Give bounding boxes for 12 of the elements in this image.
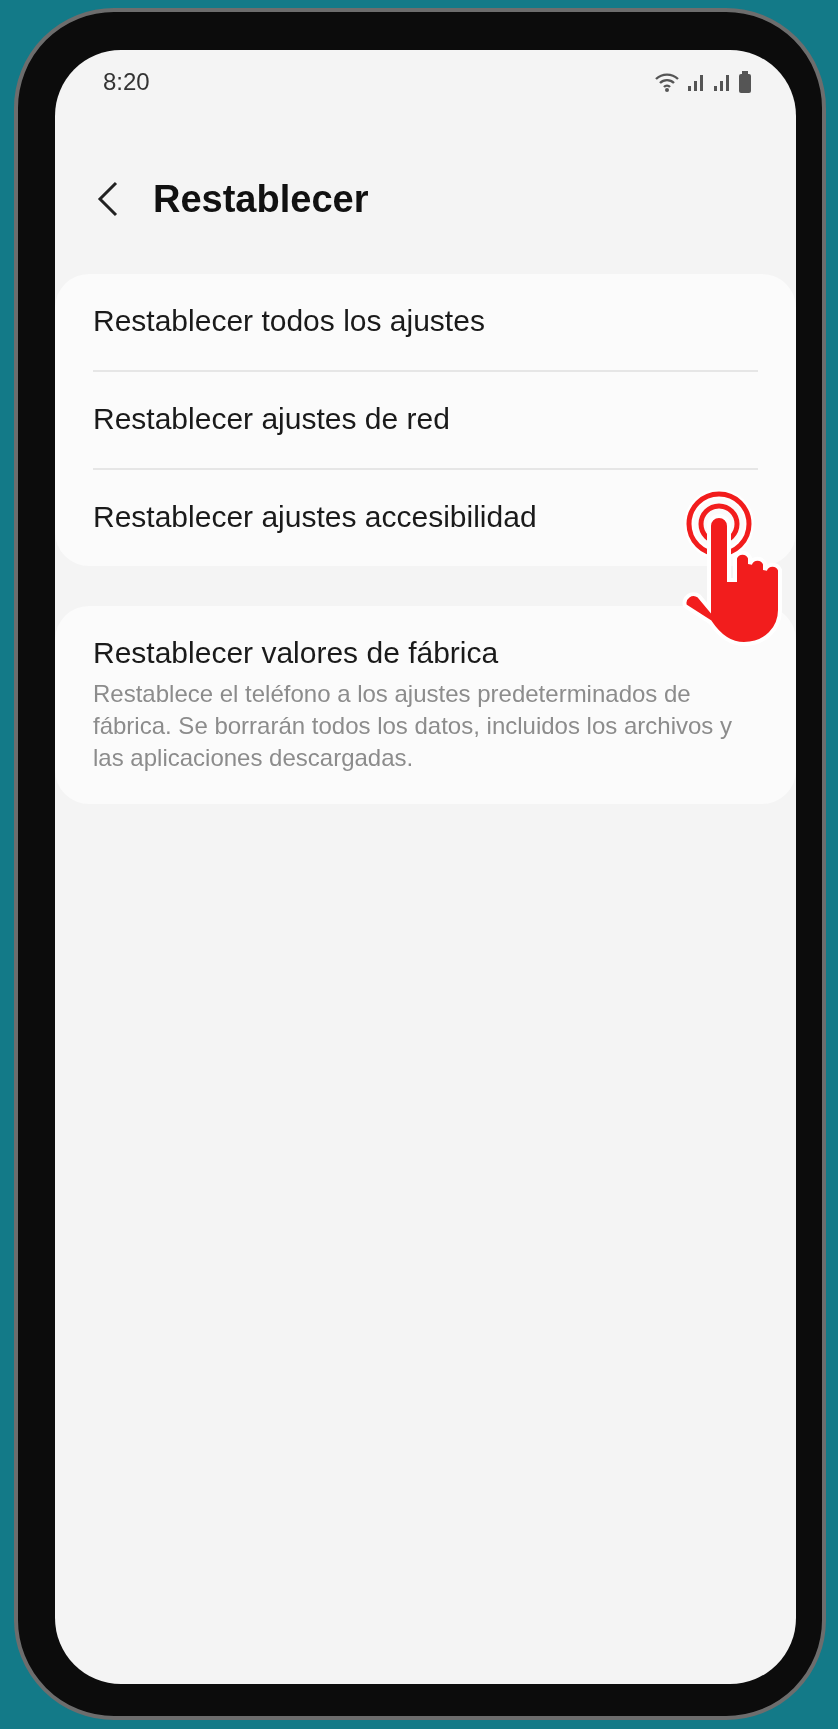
back-icon[interactable]	[97, 181, 119, 217]
setting-item[interactable]: Restablecer todos los ajustes	[93, 302, 758, 340]
signal-icon	[712, 72, 732, 92]
battery-icon	[738, 71, 752, 93]
setting-item[interactable]: Restablecer ajustes accesibilidad	[93, 498, 758, 536]
setting-item[interactable]: Restablecer ajustes de red	[93, 400, 758, 438]
status-time: 8:20	[103, 68, 150, 96]
signal-icon	[686, 72, 706, 92]
setting-item[interactable]: Restablecer valores de fábrica	[93, 634, 758, 672]
page-title: Restablecer	[153, 177, 369, 221]
setting-description: Restablece el teléfono a los ajustes predeterminados de fábrica. Se borrarán todos los datos, incluidos los archivos y las aplicaciones descargadas.	[93, 679, 733, 773]
wifi-icon	[654, 71, 680, 93]
